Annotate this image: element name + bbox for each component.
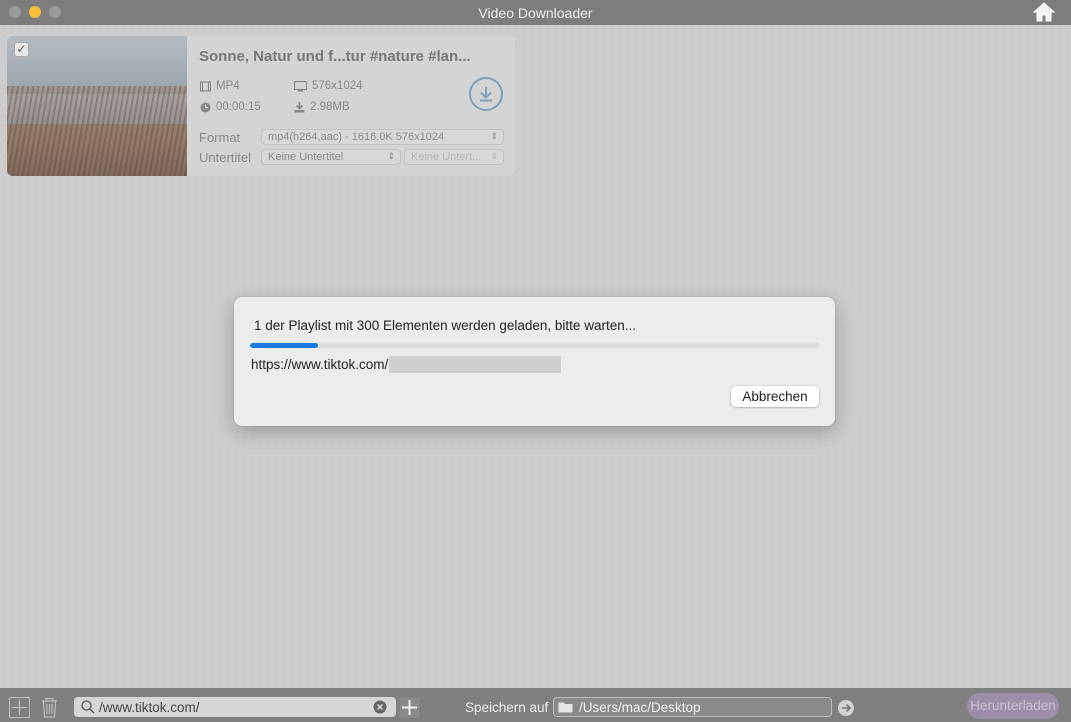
download-arrow-icon	[480, 87, 492, 102]
file-size: 2.98MB	[294, 101, 350, 113]
subtitle-language-select[interactable]: Keine Untert... ⇕	[404, 149, 504, 165]
clear-icon[interactable]	[373, 700, 387, 714]
subtitle-select[interactable]: Keine Untertitel ⇕	[261, 149, 401, 165]
file-size-text: 2.98MB	[310, 101, 350, 113]
loading-url-text: https://www.tiktok.com/	[251, 357, 389, 372]
subtitle-label: Untertitel	[199, 150, 252, 165]
home-icon[interactable]	[1033, 2, 1055, 22]
film-icon	[200, 80, 211, 92]
video-thumbnail[interactable]: ✓	[7, 36, 187, 176]
save-path-text: /Users/mac/Desktop	[579, 699, 701, 715]
duration: 00:00:15	[200, 101, 261, 113]
progress-fill	[250, 343, 319, 348]
subtitle-select-value: Keine Untertitel	[268, 151, 344, 163]
format-type-text: MP4	[216, 80, 240, 92]
cancel-button[interactable]: Abbrechen	[731, 386, 819, 407]
url-redacted	[389, 356, 562, 373]
loading-url: https://www.tiktok.com/	[251, 356, 562, 373]
select-arrow-icon: ⇕	[490, 151, 498, 161]
thumbnail-reeds	[7, 86, 187, 176]
download-small-icon	[294, 101, 305, 112]
clock-icon	[200, 102, 211, 112]
duration-text: 00:00:15	[216, 101, 261, 113]
video-card: ✓ Sonne, Natur und f...tur #nature #lan.…	[7, 36, 515, 176]
title-bar: Video Downloader	[0, 0, 1071, 25]
resolution-text: 576x1024	[312, 80, 363, 92]
select-checkbox[interactable]: ✓	[14, 42, 29, 57]
add-item-icon[interactable]	[9, 697, 30, 718]
loading-message: 1 der Playlist mit 300 Elementen werden …	[254, 318, 636, 333]
close-window-button[interactable]	[9, 6, 21, 18]
loading-dialog: 1 der Playlist mit 300 Elementen werden …	[234, 297, 835, 426]
minimize-window-button[interactable]	[29, 6, 41, 18]
monitor-icon	[294, 80, 307, 91]
trash-icon[interactable]	[40, 697, 59, 718]
bottom-bar: Speichern auf /Users/mac/Desktop Herunte…	[0, 688, 1071, 722]
select-arrow-icon: ⇕	[490, 131, 498, 141]
open-folder-button[interactable]	[838, 700, 854, 716]
format-select[interactable]: mp4(h264,aac) - 1616.0K 576x1024 ⇕	[261, 129, 504, 145]
subtitle-language-value: Keine Untert...	[411, 151, 482, 163]
download-button[interactable]	[469, 77, 503, 111]
folder-icon	[558, 702, 573, 713]
save-path-field[interactable]: /Users/mac/Desktop	[553, 697, 832, 717]
window-controls	[9, 6, 61, 18]
format-select-value: mp4(h264,aac) - 1616.0K 576x1024	[268, 131, 445, 143]
add-url-icon[interactable]	[399, 697, 420, 718]
search-icon	[81, 700, 95, 714]
url-input[interactable]	[99, 699, 369, 715]
resolution: 576x1024	[294, 80, 363, 92]
progress-bar	[250, 343, 819, 348]
arrow-right-icon	[842, 703, 852, 713]
video-title: Sonne, Natur und f...tur #nature #lan...	[199, 48, 471, 65]
select-arrow-icon: ⇕	[387, 151, 395, 161]
format-type: MP4	[200, 80, 240, 92]
format-label: Format	[199, 130, 241, 145]
zoom-window-button[interactable]	[49, 6, 61, 18]
url-search-box[interactable]	[74, 697, 396, 717]
download-all-button[interactable]: Herunterladen	[967, 693, 1059, 719]
save-to-label: Speichern auf	[465, 700, 549, 715]
window-title: Video Downloader	[478, 4, 593, 21]
